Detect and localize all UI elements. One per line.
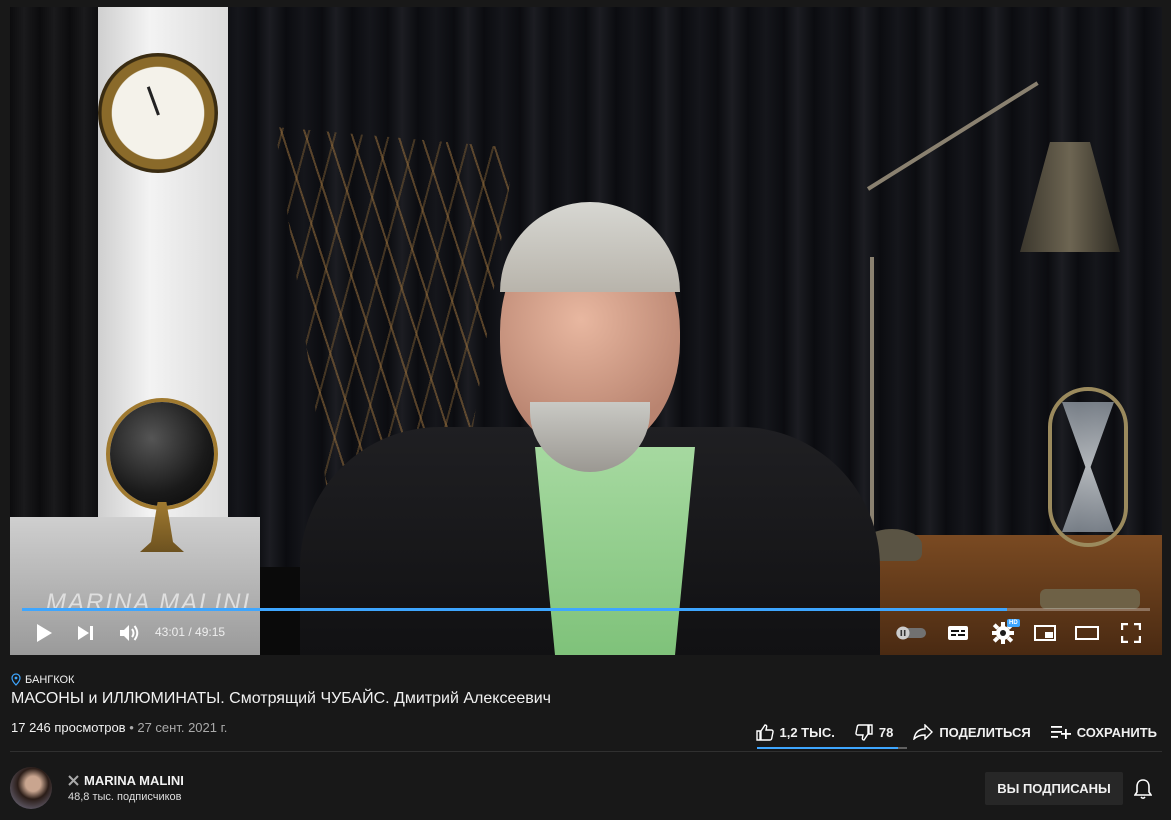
miniplayer-button[interactable]: [1032, 619, 1058, 647]
settings-button[interactable]: HD: [988, 619, 1020, 647]
autoplay-toggle[interactable]: [894, 619, 928, 647]
curtain-left: [10, 7, 100, 527]
subtitles-icon: [948, 626, 968, 640]
channel-name[interactable]: MARINA MALINI: [84, 773, 184, 788]
location-pin-icon: [11, 673, 21, 686]
like-dislike-ratio-bar: [757, 747, 907, 749]
dislike-button[interactable]: 78: [855, 723, 894, 741]
action-bar: 1,2 ТЫС. 78 ПОДЕЛИТЬСЯ СОХРАНИТЬ: [736, 722, 1157, 742]
hourglass-base: [1040, 589, 1140, 609]
time-display: 43:01 / 49:15: [155, 625, 226, 639]
next-icon: [78, 626, 93, 640]
volume-icon: [120, 625, 139, 641]
subtitles-button[interactable]: [945, 619, 971, 647]
save-label: СОХРАНИТЬ: [1076, 724, 1157, 740]
globe: [110, 402, 214, 506]
share-label: ПОДЕЛИТЬСЯ: [939, 724, 1031, 740]
x-mark-icon: [68, 775, 79, 786]
channel-watermark: MARINA MALINI: [46, 589, 252, 616]
autoplay-toggle-icon: [896, 626, 926, 640]
upload-date: 27 сент. 2021 г.: [137, 720, 228, 735]
miniplayer-icon: [1034, 625, 1056, 641]
view-count: 17 246 просмотров: [11, 720, 126, 735]
playlist-add-icon: [1050, 726, 1071, 739]
video-player[interactable]: MARINA MALINI 43:01 / 49:15 HD: [10, 7, 1162, 655]
fullscreen-icon: [1121, 623, 1141, 643]
fullscreen-button[interactable]: [1118, 619, 1144, 647]
subscribed-button[interactable]: ВЫ ПОДПИСАНЫ: [985, 772, 1123, 805]
share-button[interactable]: ПОДЕЛИТЬСЯ: [913, 724, 1031, 740]
progress-played: [22, 608, 1007, 611]
dislike-count: 78: [878, 724, 894, 740]
play-icon: [37, 624, 52, 642]
thumbs-up-icon: [755, 723, 774, 741]
location-label: БАНГКОК: [25, 673, 75, 686]
theater-icon: [1075, 626, 1099, 640]
save-button[interactable]: СОХРАНИТЬ: [1050, 724, 1157, 740]
bell-icon: [1133, 779, 1153, 800]
share-icon: [913, 724, 934, 740]
theater-mode-button[interactable]: [1074, 619, 1100, 647]
video-meta: 17 246 просмотров • 27 сент. 2021 г.: [11, 720, 227, 735]
next-button[interactable]: [74, 619, 98, 647]
play-button[interactable]: [32, 619, 56, 647]
channel-name-row[interactable]: MARINA MALINI: [68, 773, 184, 788]
lamp-arm: [870, 257, 874, 547]
like-button[interactable]: 1,2 ТЫС.: [755, 723, 835, 741]
section-divider: [10, 751, 1162, 752]
meta-separator: •: [125, 720, 138, 735]
like-ratio-fill: [757, 747, 898, 749]
channel-avatar[interactable]: [10, 767, 52, 809]
hd-badge: HD: [1007, 619, 1020, 627]
notification-bell-button[interactable]: [1133, 778, 1153, 805]
progress-bar[interactable]: [22, 608, 1150, 611]
location-tag[interactable]: БАНГКОК: [11, 673, 74, 686]
subscriber-count: 48,8 тыс. подписчиков: [68, 791, 182, 803]
video-frame[interactable]: MARINA MALINI: [10, 7, 1162, 655]
like-count: 1,2 ТЫС.: [779, 724, 835, 740]
volume-button[interactable]: [117, 619, 143, 647]
video-title: МАСОНЫ и ИЛЛЮМИНАТЫ. Смотрящий ЧУБАЙС. Д…: [11, 690, 552, 707]
thumbs-down-icon: [855, 723, 873, 741]
